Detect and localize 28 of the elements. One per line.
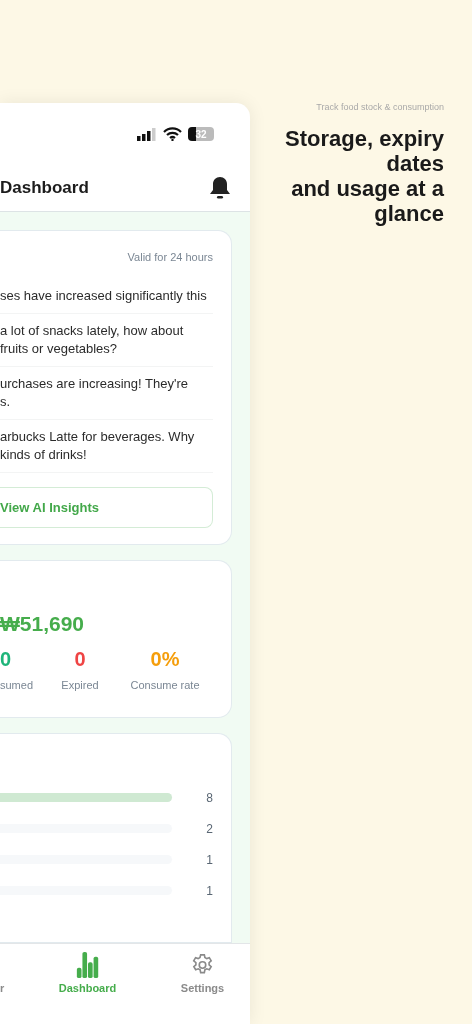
insight-text: a lot of snacks lately, how about fruits or vegetables? — [0, 314, 213, 367]
nav-tab[interactable]: r — [0, 952, 20, 994]
validity-label: Valid for 24 hours — [126, 251, 213, 263]
stat-label: Consume rate — [130, 679, 200, 691]
bar-count: 8 — [205, 790, 213, 805]
bell-icon[interactable] — [209, 176, 231, 200]
view-insights-button[interactable]: View AI Insights — [0, 487, 213, 528]
screen-title: Dashboard — [0, 178, 89, 198]
nav-tab[interactable]: Settings — [155, 952, 250, 994]
promo-caption: Track food stock & consumption — [316, 102, 444, 112]
insight-text: ses have increased significantly this — [0, 279, 213, 314]
bar-count: 2 — [205, 821, 213, 836]
promo-headline: and usage at a glance — [290, 176, 444, 226]
stat-label: Expired — [61, 679, 99, 691]
battery-indicator: 32 — [188, 127, 214, 141]
insight-text: urchases are increasing! They're s. — [0, 367, 213, 420]
nav-tab[interactable]: Dashboard — [20, 952, 155, 994]
stat-value: 0% — [150, 648, 180, 671]
insight-text: arbucks Latte for beverages. Why kinds of drinks! — [0, 420, 213, 473]
stat-value: 0 — [74, 648, 86, 671]
signal-icon — [137, 127, 157, 141]
stat-label: sumed — [0, 679, 34, 691]
wifi-icon — [163, 127, 182, 141]
total-amount: ₩51,690 — [0, 612, 86, 636]
bar-count: 1 — [205, 852, 213, 867]
stat-value: 0 — [0, 648, 12, 671]
bar-count: 1 — [205, 883, 213, 898]
bar-chart-icon — [75, 952, 100, 978]
